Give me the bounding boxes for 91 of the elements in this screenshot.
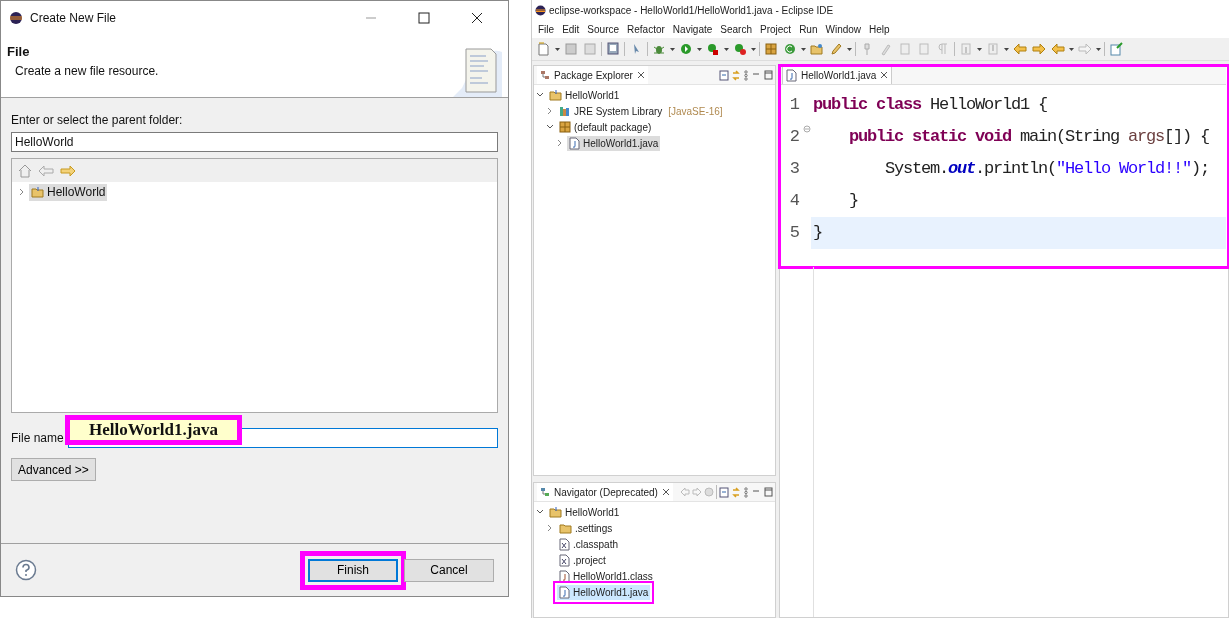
advanced-button[interactable]: Advanced >> [11, 458, 96, 481]
tree-item[interactable]: .classpath [557, 536, 621, 552]
menu-item[interactable]: Navigate [668, 23, 717, 35]
cancel-button[interactable]: Cancel [404, 558, 494, 582]
tree-item[interactable]: HelloWorld1 [547, 87, 622, 103]
java-file-icon [786, 68, 797, 82]
monitor-icon[interactable] [605, 41, 621, 57]
menu-item[interactable]: Project [756, 23, 796, 35]
line-number: 4 [788, 190, 801, 212]
chevron-down-icon[interactable] [546, 123, 554, 131]
tree-item[interactable]: .settings [557, 520, 615, 536]
tree-item[interactable]: (default package) [557, 119, 654, 135]
tree-item[interactable]: HelloWorld1 [547, 504, 622, 520]
books-icon [559, 105, 571, 117]
java-file-icon [559, 585, 570, 599]
line-number: 5 [788, 222, 801, 244]
close-icon[interactable] [661, 488, 670, 496]
eclipse-logo-icon [9, 10, 23, 25]
menu-item[interactable]: Edit [558, 23, 584, 35]
run-icon[interactable] [678, 41, 694, 57]
eclipse-logo-icon [535, 4, 546, 16]
tree-item[interactable]: HelloWorld1.java [567, 135, 661, 151]
tree-item[interactable]: HelloWorld1.class [557, 568, 655, 584]
code-text: public class HelloWorld1 { [812, 94, 1049, 116]
x-file-icon [559, 537, 570, 551]
maximize-icon[interactable] [763, 487, 775, 497]
field-label: File name [11, 431, 64, 445]
code-text: } [811, 217, 1226, 249]
link-icon[interactable] [731, 486, 741, 498]
package-icon[interactable] [763, 41, 779, 57]
project-folder-icon [549, 89, 562, 101]
chevron-down-icon[interactable] [536, 91, 544, 99]
page-title: File [7, 44, 31, 59]
editor-tab[interactable]: HelloWorld1.java [782, 65, 893, 84]
window-title: eclipse-workspace - HelloWorld1/HelloWorld1.java - Eclipse IDE [549, 4, 834, 16]
view-tab[interactable]: Navigator (Deprecated) [537, 483, 673, 501]
coverage-icon[interactable] [705, 41, 721, 57]
forward-arrow-icon[interactable] [1031, 41, 1047, 57]
task-icon[interactable] [1108, 41, 1124, 57]
chevron-right-icon[interactable] [546, 107, 554, 115]
forward-arrow-icon[interactable] [60, 164, 76, 177]
menu-item[interactable]: Refactor [623, 23, 669, 35]
stop-run-icon[interactable] [732, 41, 748, 57]
back-arrow-icon[interactable] [680, 487, 690, 497]
code-text: System.out.println("Hello World!!"); [884, 158, 1211, 180]
page-description: Create a new file resource. [14, 64, 160, 78]
home-icon[interactable] [18, 163, 32, 178]
chevron-right-icon[interactable] [556, 139, 564, 147]
view-tab[interactable]: Package Explorer [537, 66, 648, 84]
help-icon[interactable] [15, 559, 37, 581]
field-label: Enter or select the parent folder: [11, 113, 184, 127]
close-icon[interactable] [880, 71, 889, 79]
tree-item[interactable]: JRE System Library [JavaSE-16] [557, 103, 725, 119]
link-icon[interactable] [731, 69, 741, 81]
collapse-all-icon[interactable] [719, 69, 729, 81]
chevron-right-icon[interactable] [546, 524, 554, 532]
x-file-icon [559, 553, 570, 567]
class-file-icon [559, 569, 570, 583]
hierarchy-icon [540, 70, 550, 80]
line-number: 1 [788, 94, 801, 116]
menu-item[interactable]: File [534, 23, 559, 35]
project-folder-icon [549, 506, 562, 518]
menu-item[interactable]: Help [865, 23, 894, 35]
view-menu-icon[interactable] [743, 69, 749, 81]
back-arrow-icon[interactable] [38, 164, 54, 177]
menu-item[interactable]: Run [795, 23, 822, 35]
window-title: Create New File [30, 10, 118, 25]
folder-field[interactable]: HelloWorld [11, 132, 498, 152]
package-icon [559, 121, 571, 133]
java-file-icon [569, 136, 580, 150]
code-text: public static void main(String args[]) { [848, 126, 1211, 148]
chevron-right-icon[interactable] [18, 188, 26, 196]
project-folder-icon [31, 186, 44, 198]
fold-icon[interactable] [803, 125, 811, 133]
code-text: } [848, 190, 859, 212]
line-number: 3 [788, 158, 801, 180]
hierarchy-icon [540, 487, 550, 497]
menu-item[interactable]: Window [821, 23, 866, 35]
chevron-down-icon[interactable] [536, 508, 544, 516]
view-menu-icon[interactable] [743, 486, 749, 498]
tree-item[interactable]: .project [557, 552, 608, 568]
folder-icon [559, 522, 572, 534]
callout-tooltip: HelloWorld1.java [65, 415, 242, 445]
collapse-all-icon[interactable] [719, 486, 729, 498]
tree-item[interactable]: HelloWorld [29, 183, 108, 201]
line-number: 2 [788, 126, 801, 148]
forward-arrow-icon[interactable] [692, 487, 702, 497]
maximize-icon[interactable] [763, 70, 775, 80]
menu-item[interactable]: Search [716, 23, 756, 35]
close-icon[interactable] [636, 71, 645, 79]
menu-item[interactable]: Source [583, 23, 624, 35]
